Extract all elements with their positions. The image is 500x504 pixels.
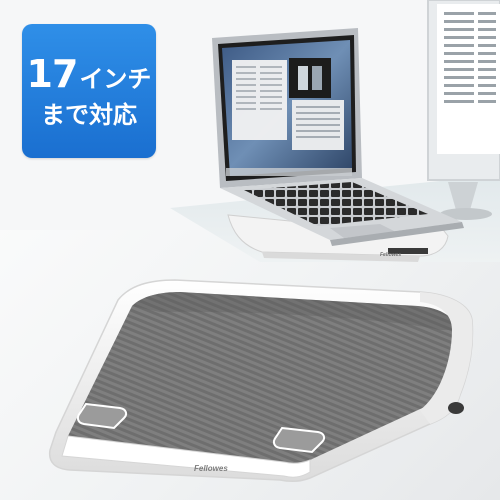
screen-dock xyxy=(226,168,352,176)
size-support-badge: 17 インチ まで対応 xyxy=(22,24,156,158)
product-photo: Fellowes Fellowes 17 インチ まで対応 xyxy=(0,0,500,500)
left-foot-pad xyxy=(76,402,128,430)
right-foot-pad xyxy=(272,426,326,454)
stand-brand-label: Fellowes xyxy=(194,464,228,473)
badge-number: 17 xyxy=(26,52,79,96)
screen-window-2 xyxy=(289,58,331,98)
badge-line-1: 17 インチ xyxy=(27,55,152,93)
badge-line-2: まで対応 xyxy=(41,101,137,129)
badge-unit: インチ xyxy=(79,65,152,93)
small-stand-brand-label: Fellowes xyxy=(380,252,401,258)
